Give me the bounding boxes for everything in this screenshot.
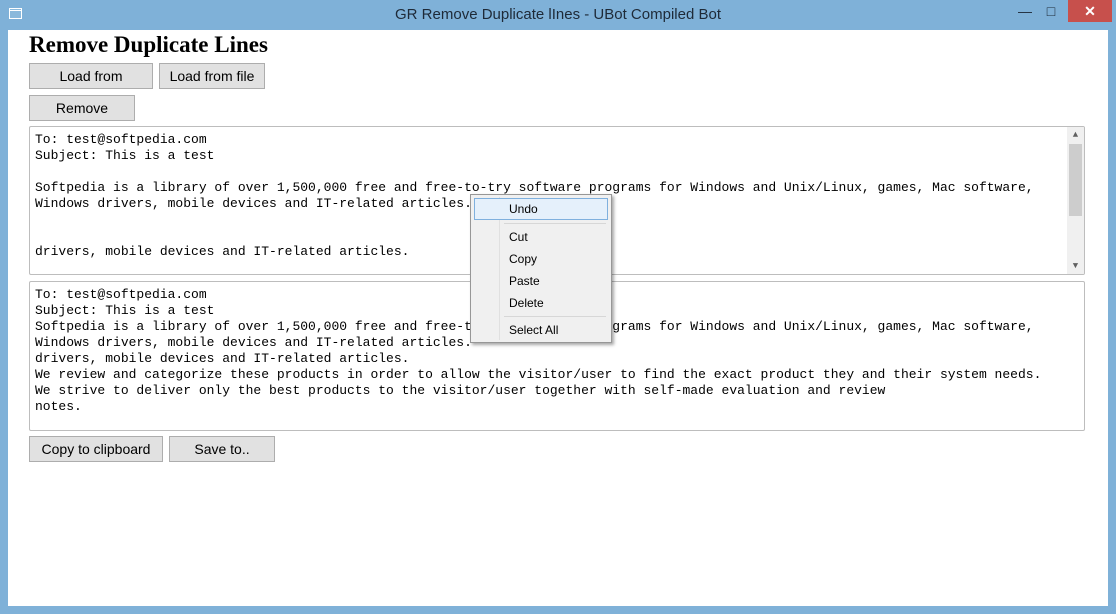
load-from-file-button[interactable]: Load from file [159, 63, 265, 89]
context-menu: Undo Cut Copy Paste Delete Select All [470, 194, 612, 343]
save-to-button[interactable]: Save to.. [169, 436, 275, 462]
menu-separator [504, 316, 606, 317]
scroll-up-arrow-icon[interactable]: ▲ [1067, 127, 1084, 143]
page-title: Remove Duplicate Lines [29, 32, 268, 57]
output-line: We review and categorize these products … [35, 367, 1042, 382]
menu-item-delete[interactable]: Delete [474, 292, 608, 314]
close-button[interactable]: ✕ [1068, 0, 1112, 22]
output-line: We strive to deliver only the best produ… [35, 383, 886, 398]
menu-item-undo[interactable]: Undo [474, 198, 608, 220]
copy-to-clipboard-button[interactable]: Copy to clipboard [29, 436, 163, 462]
menu-item-copy[interactable]: Copy [474, 248, 608, 270]
title-bar[interactable]: GR Remove Duplicate lInes - UBot Compile… [0, 0, 1116, 30]
remove-button[interactable]: Remove [29, 95, 135, 121]
menu-separator [504, 223, 606, 224]
maximize-button[interactable]: □ [1040, 0, 1062, 22]
scroll-down-arrow-icon[interactable]: ▼ [1067, 258, 1084, 274]
minimize-button[interactable]: — [1015, 0, 1035, 22]
input-vertical-scrollbar[interactable]: ▲ ▼ [1067, 127, 1084, 274]
scrollbar-thumb[interactable] [1069, 144, 1082, 216]
output-line: notes. [35, 399, 82, 414]
menu-item-cut[interactable]: Cut [474, 226, 608, 248]
menu-item-select-all[interactable]: Select All [474, 319, 608, 341]
load-from-clipboard-button[interactable]: Load from clipboard [29, 63, 153, 108]
input-line [35, 164, 1034, 180]
app-window: GR Remove Duplicate lInes - UBot Compile… [0, 0, 1116, 614]
menu-item-paste[interactable]: Paste [474, 270, 608, 292]
input-line: Subject: This is a test [35, 148, 215, 163]
output-line: drivers, mobile devices and IT-related a… [35, 351, 410, 366]
input-line: To: test@softpedia.com [35, 132, 207, 147]
window-title: GR Remove Duplicate lInes - UBot Compile… [395, 6, 721, 23]
